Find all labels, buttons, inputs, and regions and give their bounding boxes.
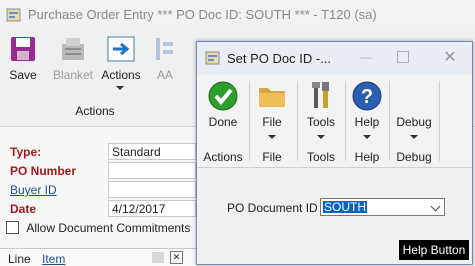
col-line: Line [8, 252, 31, 266]
grid-close-icon[interactable]: ✕ [170, 251, 183, 264]
po-number-field[interactable] [108, 162, 196, 179]
po-number-row: PO Number [0, 162, 196, 180]
po-document-id-select[interactable]: SOUTH [320, 198, 445, 216]
window-title: Purchase Order Entry *** PO Doc ID: SOUT… [28, 7, 377, 22]
buyer-id-field[interactable] [108, 181, 196, 198]
grid-header: Line Item ✕ [0, 248, 196, 266]
debug-button[interactable]: Debug Debug [391, 75, 437, 167]
aa-icon [156, 38, 173, 60]
chevron-down-icon [268, 135, 276, 139]
minimize-button[interactable]: — [352, 50, 380, 66]
group-help: Help [354, 150, 380, 164]
actions-button[interactable]: Actions [96, 30, 146, 96]
done-label: Done [208, 115, 238, 129]
allow-commitments-checkbox[interactable] [6, 221, 19, 234]
dialog-ribbon: Done Actions File File Tools Tools ? Hel… [197, 75, 472, 168]
group-tools: Tools [306, 150, 335, 164]
po-document-id-label: PO Document ID [227, 201, 318, 215]
svg-text:?: ? [361, 86, 373, 108]
buyer-id-row: Buyer ID [0, 181, 196, 199]
blanket-button[interactable]: Blanket [50, 30, 96, 90]
done-button[interactable]: Done Actions [201, 75, 245, 167]
help-icon: ? [352, 81, 382, 111]
tools-label: Tools [306, 115, 335, 129]
type-row: Type: Standard [0, 143, 196, 161]
allow-commitments-label: Allow Document Commitments [26, 221, 191, 235]
chevron-down-icon [116, 86, 124, 90]
ribbon-separator [297, 81, 298, 161]
ribbon-separator [389, 81, 390, 161]
actions-icon [107, 36, 135, 62]
dialog-title-bar: Set PO Doc ID -... — ✕ [197, 42, 472, 75]
grid-tool-icon[interactable] [152, 252, 164, 263]
type-label: Type: [10, 145, 42, 159]
aa-label: AA [156, 68, 173, 82]
tools-icon [312, 82, 329, 108]
file-label: File [262, 115, 282, 129]
group-actions: Actions [203, 150, 243, 164]
help-button[interactable]: ? Help Help [347, 75, 387, 167]
ribbon-group-actions: Actions [75, 104, 115, 118]
col-item-link[interactable]: Item [42, 252, 65, 266]
actions-label: Actions [101, 68, 141, 82]
allow-commitments-row: Allow Document Commitments [6, 221, 190, 235]
file-button[interactable]: File File [251, 75, 293, 167]
save-icon [11, 37, 35, 61]
debug-label: Debug [396, 115, 432, 129]
help-label: Help [354, 115, 380, 129]
chevron-down-icon [363, 135, 371, 139]
dialog-title: Set PO Doc ID -... [227, 51, 332, 66]
help-button-tooltip: Help Button [399, 240, 469, 260]
ribbon-separator [345, 81, 346, 161]
done-icon [208, 81, 238, 111]
po-document-id-value: SOUTH [323, 200, 367, 214]
chevron-down-icon [430, 201, 441, 212]
group-file: File [262, 150, 282, 164]
blanket-icon [62, 38, 84, 60]
maximize-button[interactable] [397, 51, 409, 63]
blanket-label: Blanket [52, 68, 94, 82]
type-field[interactable]: Standard [108, 143, 196, 160]
chevron-down-icon [317, 135, 325, 139]
buyer-id-link[interactable]: Buyer ID [10, 183, 57, 197]
save-label: Save [9, 68, 37, 82]
window-title-bar: Purchase Order Entry *** PO Doc ID: SOUT… [0, 0, 475, 30]
date-row: Date 4/12/2017 [0, 200, 196, 218]
date-label: Date [10, 202, 37, 216]
close-button[interactable]: ✕ [435, 47, 465, 67]
po-number-label: PO Number [10, 164, 77, 178]
save-button[interactable]: Save [0, 30, 46, 90]
folder-icon [259, 88, 285, 107]
dialog-app-icon [205, 51, 220, 65]
ribbon-separator [249, 81, 250, 161]
aa-button[interactable]: AA [146, 30, 184, 90]
date-field[interactable]: 4/12/2017 [108, 200, 196, 217]
chevron-down-icon [410, 135, 418, 139]
ribbon-separator [439, 81, 440, 161]
group-debug: Debug [396, 150, 432, 164]
app-icon [6, 8, 21, 22]
tools-button[interactable]: Tools Tools [299, 75, 343, 167]
set-po-doc-id-dialog: Set PO Doc ID -... — ✕ Done Actions File… [196, 41, 473, 265]
